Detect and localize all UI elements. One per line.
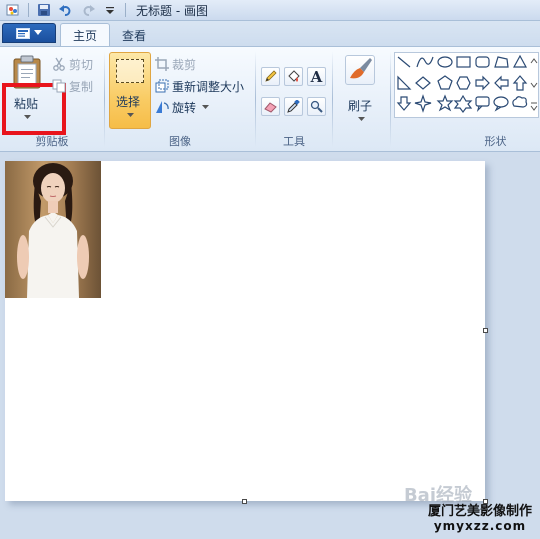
tab-home[interactable]: 主页 bbox=[60, 23, 111, 47]
text-icon[interactable]: A bbox=[307, 67, 326, 86]
oval-callout-icon[interactable] bbox=[493, 96, 509, 112]
chevron-down-icon bbox=[127, 113, 134, 117]
pentagon-icon[interactable] bbox=[437, 75, 453, 90]
chevron-down-icon bbox=[202, 104, 210, 109]
separator bbox=[28, 3, 29, 17]
paint-app-icon[interactable] bbox=[5, 2, 21, 18]
resize-handle-right[interactable] bbox=[483, 328, 488, 333]
tools-group-label: 工具 bbox=[283, 135, 305, 148]
up-arrow-icon[interactable] bbox=[512, 75, 528, 91]
cut-label: 剪切 bbox=[69, 57, 94, 72]
image-group: 选择 裁剪 重新调整大小 旋转 图像 bbox=[105, 47, 255, 151]
magnifier-icon[interactable] bbox=[307, 97, 326, 116]
crop-button[interactable]: 裁剪 bbox=[155, 55, 196, 73]
rotate-icon bbox=[156, 101, 169, 113]
right-arrow-icon[interactable] bbox=[475, 75, 490, 91]
copy-button[interactable]: 复制 bbox=[52, 77, 93, 95]
rotate-button[interactable]: 旋转 bbox=[155, 98, 210, 116]
triangle-icon[interactable] bbox=[512, 54, 528, 68]
select-button[interactable]: 选择 bbox=[109, 52, 151, 129]
hexagon-icon[interactable] bbox=[456, 76, 471, 90]
polygon-icon[interactable] bbox=[494, 56, 509, 68]
brushes-group: 刷子 bbox=[333, 47, 389, 151]
four-point-star-icon[interactable] bbox=[414, 94, 432, 113]
watermark-line2: ymyxzz.com bbox=[433, 519, 527, 533]
cut-button[interactable]: 剪切 bbox=[52, 55, 93, 73]
woman-portrait-illustration bbox=[17, 163, 89, 298]
tools-group: A 工具 bbox=[256, 47, 332, 151]
resize-icon bbox=[155, 79, 169, 93]
separator bbox=[125, 3, 126, 17]
clipboard-group: 粘贴 剪切 复制 剪贴板 bbox=[0, 47, 104, 151]
six-point-star-icon[interactable] bbox=[453, 94, 473, 113]
right-triangle-icon[interactable] bbox=[397, 75, 412, 90]
redo-icon[interactable] bbox=[80, 2, 96, 18]
shapes-gallery bbox=[394, 52, 539, 118]
chevron-down-icon bbox=[358, 117, 365, 121]
diamond-icon[interactable] bbox=[415, 76, 431, 90]
scissors-icon bbox=[53, 57, 65, 71]
image-group-label: 图像 bbox=[169, 135, 191, 148]
pasted-photo[interactable] bbox=[5, 161, 101, 298]
cloud-callout-icon[interactable] bbox=[512, 96, 528, 108]
resize-label: 重新调整大小 bbox=[172, 79, 245, 94]
tab-view[interactable]: 查看 bbox=[110, 23, 158, 47]
eraser-icon[interactable] bbox=[261, 97, 280, 116]
copy-icon bbox=[52, 79, 66, 93]
crop-icon bbox=[155, 57, 169, 71]
shapes-group-label: 形状 bbox=[484, 135, 507, 148]
ribbon-tab-row: 主页 查看 bbox=[0, 21, 540, 47]
color-picker-icon[interactable] bbox=[284, 97, 303, 116]
rounded-rectangle-icon[interactable] bbox=[475, 56, 490, 68]
brushes-button[interactable]: 刷子 bbox=[339, 53, 383, 129]
quick-access-toolbar bbox=[0, 0, 130, 21]
window-title: 无标题 - 画图 bbox=[136, 3, 208, 18]
resize-button[interactable]: 重新调整大小 bbox=[155, 77, 244, 95]
shapes-scroll-icon[interactable] bbox=[529, 55, 539, 111]
oval-icon[interactable] bbox=[437, 56, 453, 68]
five-point-star-icon[interactable] bbox=[436, 94, 454, 112]
watermark-logo: Bai经验 bbox=[403, 485, 472, 506]
shapes-group: 形状 bbox=[391, 47, 540, 151]
paint-menu-button[interactable] bbox=[2, 23, 56, 43]
rectangle-icon[interactable] bbox=[456, 56, 471, 68]
select-label: 选择 bbox=[116, 95, 141, 109]
brush-icon bbox=[345, 55, 375, 85]
paint-menu-icon bbox=[16, 27, 30, 39]
customize-toolbar-icon[interactable] bbox=[102, 2, 118, 18]
copy-label: 复制 bbox=[69, 79, 94, 94]
fill-icon[interactable] bbox=[284, 67, 303, 86]
brushes-label: 刷子 bbox=[348, 99, 373, 113]
clipboard-group-label: 剪贴板 bbox=[35, 135, 69, 148]
pencil-icon[interactable] bbox=[261, 67, 280, 86]
down-arrow-icon[interactable] bbox=[396, 96, 412, 111]
drawing-canvas[interactable] bbox=[5, 161, 488, 504]
left-arrow-icon[interactable] bbox=[494, 75, 509, 91]
curve-icon[interactable] bbox=[416, 56, 434, 68]
rounded-callout-icon[interactable] bbox=[475, 96, 490, 112]
chevron-down-icon bbox=[34, 30, 42, 35]
save-icon[interactable] bbox=[36, 2, 52, 18]
line-icon[interactable] bbox=[397, 56, 411, 68]
undo-icon[interactable] bbox=[58, 2, 74, 18]
rotate-label: 旋转 bbox=[172, 100, 197, 115]
resize-handle-bottom[interactable] bbox=[242, 499, 247, 504]
text-tool-glyph: A bbox=[310, 67, 323, 86]
selection-rectangle-icon bbox=[116, 59, 144, 83]
title-bar: 无标题 - 画图 bbox=[0, 0, 540, 21]
crop-label: 裁剪 bbox=[172, 57, 197, 72]
watermark: Bai经验 厦门艺美影像制作 ymyxzz.com bbox=[404, 485, 532, 533]
ribbon: 粘贴 剪切 复制 剪贴板 选择 裁剪 重新调整大小 旋转 图像 A 工具 刷子 … bbox=[0, 46, 540, 152]
